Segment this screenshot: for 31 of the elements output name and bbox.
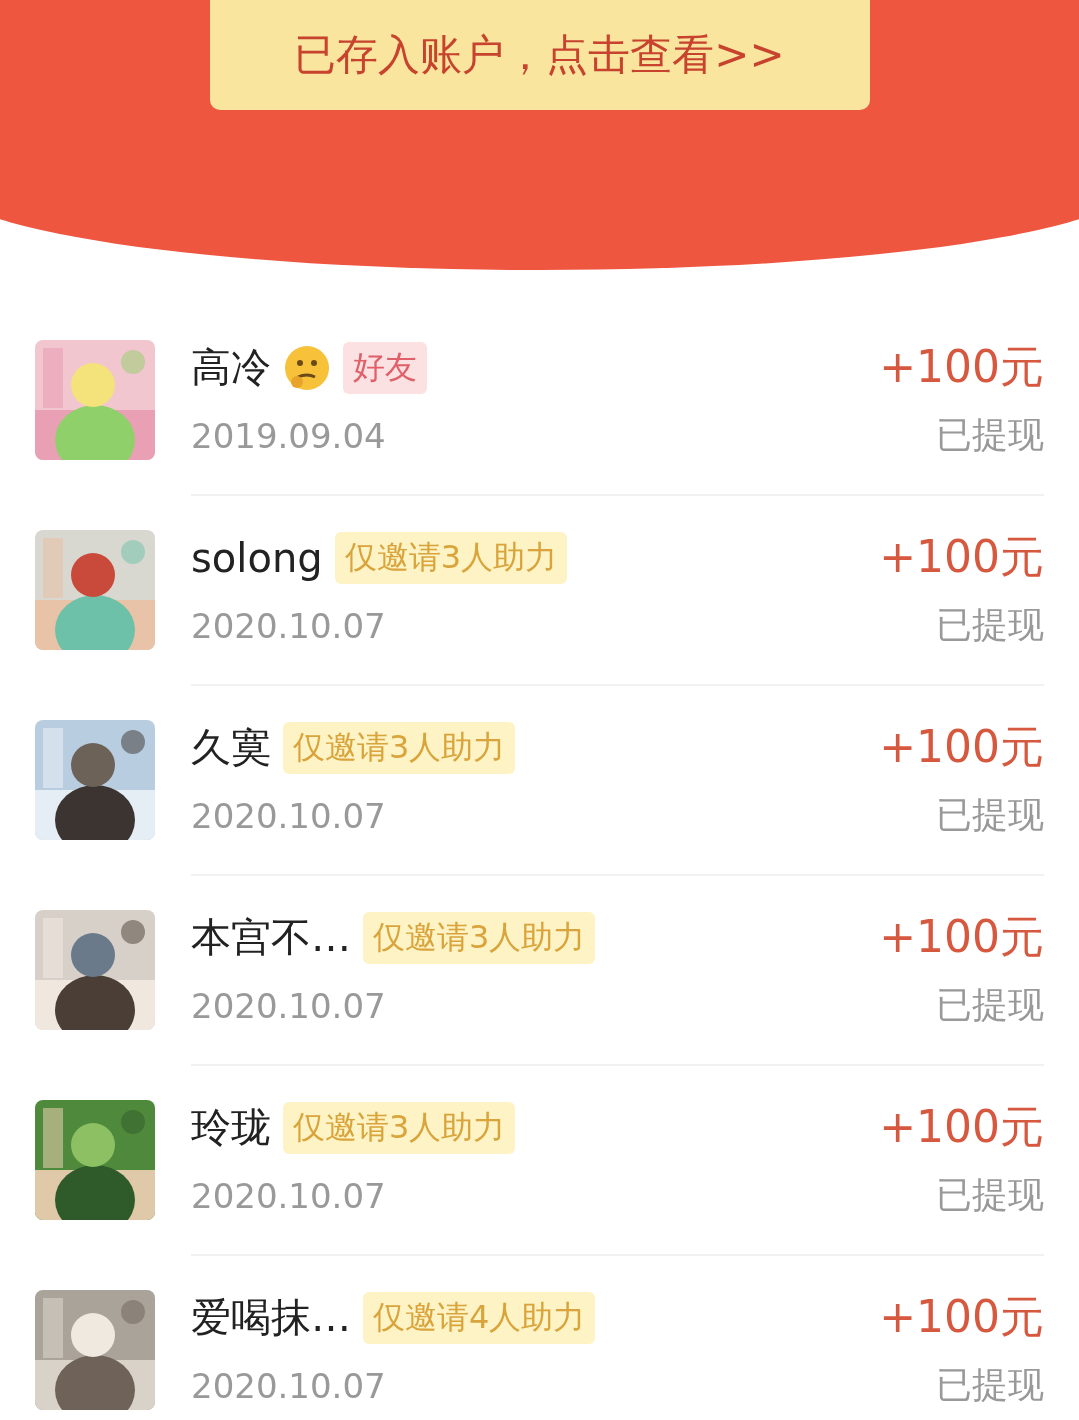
user-name: 本宫不…: [191, 913, 351, 962]
view-account-button[interactable]: 已存入账户，点击查看>>: [209, 0, 870, 110]
status: 已提现: [936, 603, 1044, 647]
tag: 仅邀请3人助力: [363, 911, 596, 964]
amount: +100元: [879, 340, 1044, 394]
user-name: 久寞: [191, 723, 271, 772]
tag: 仅邀请3人助力: [283, 1101, 516, 1154]
date: 2020.10.07: [191, 1365, 386, 1406]
tag: 仅邀请4人助力: [363, 1291, 596, 1344]
amount: +100元: [879, 720, 1044, 774]
amount: +100元: [879, 1100, 1044, 1154]
date: 2020.10.07: [191, 795, 386, 836]
date: 2020.10.07: [191, 985, 386, 1026]
status: 已提现: [936, 1173, 1044, 1217]
status: 已提现: [936, 983, 1044, 1027]
date: 2020.10.07: [191, 605, 386, 646]
tag: 好友: [343, 341, 427, 394]
amount: +100元: [879, 1290, 1044, 1344]
amount: +100元: [879, 530, 1044, 584]
date: 2019.09.04: [191, 415, 386, 456]
user-name: 玲珑: [191, 1103, 271, 1152]
user-name: 爱喝抹…: [191, 1293, 351, 1342]
user-name: 高冷: [191, 343, 271, 392]
amount: +100元: [879, 910, 1044, 964]
date: 2020.10.07: [191, 1175, 386, 1216]
tag: 仅邀请3人助力: [283, 721, 516, 774]
status: 已提现: [936, 413, 1044, 457]
status: 已提现: [936, 793, 1044, 837]
user-name: solong: [191, 534, 323, 581]
status: 已提现: [936, 1363, 1044, 1407]
tag: 仅邀请3人助力: [334, 531, 567, 584]
